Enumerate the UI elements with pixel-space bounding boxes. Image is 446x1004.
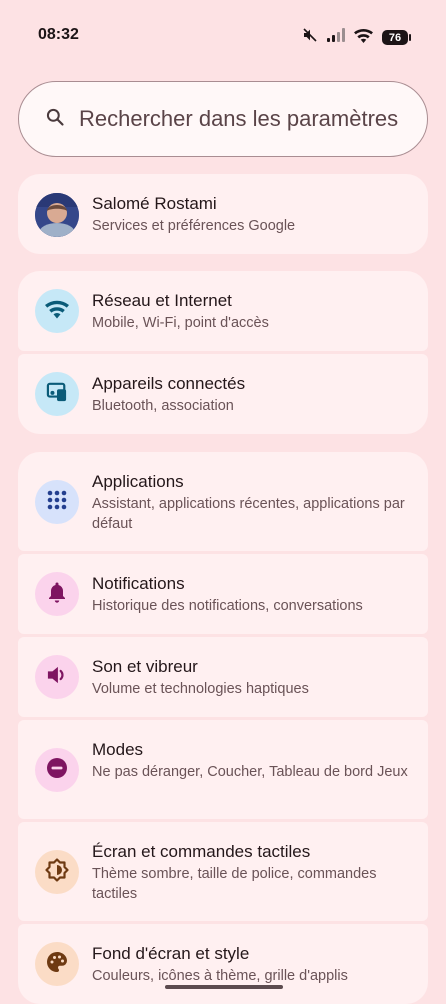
- wallpaper-icon-circle: [35, 942, 79, 986]
- search-icon: [45, 107, 65, 132]
- connected-devices-icon: [46, 382, 68, 407]
- account-group: Salomé Rostami Services et préférences G…: [18, 174, 428, 254]
- settings-item-title: Appareils connectés: [92, 374, 246, 393]
- wifi-icon-circle: [35, 289, 79, 333]
- settings-item-title: Réseau et Internet: [92, 291, 232, 310]
- settings-item-connected-devices[interactable]: Appareils connectés Bluetooth, associati…: [18, 354, 428, 434]
- brightness-icon: [45, 857, 69, 887]
- modes-icon-circle: [35, 748, 79, 792]
- settings-item-subtitle: Couleurs, icônes à thème, grille d'appli…: [92, 968, 348, 984]
- apps-grid-icon: [47, 490, 67, 515]
- settings-item-subtitle: Bluetooth, association: [92, 398, 234, 414]
- volume-icon: [46, 665, 68, 690]
- settings-item-notifications[interactable]: Notifications Historique des notificatio…: [18, 554, 428, 634]
- wifi-status-icon: [354, 28, 373, 48]
- account-card[interactable]: Salomé Rostami Services et préférences G…: [18, 174, 428, 254]
- settings-item-title: Applications: [92, 472, 184, 491]
- system-group: Applications Assistant, applications réc…: [18, 452, 428, 1004]
- settings-item-title: Fond d'écran et style: [92, 944, 250, 963]
- palette-icon: [46, 951, 68, 978]
- settings-item-subtitle: Historique des notifications, conversati…: [92, 598, 363, 614]
- settings-item-title: Son et vibreur: [92, 657, 198, 676]
- settings-item-title: Modes: [92, 740, 144, 759]
- settings-item-title: Notifications: [92, 574, 185, 593]
- apps-icon-circle: [35, 480, 79, 524]
- settings-item-subtitle: Ne pas déranger, Coucher, Tableau de bor…: [92, 764, 408, 780]
- settings-item-applications[interactable]: Applications Assistant, applications réc…: [18, 452, 428, 551]
- mute-icon: [302, 27, 318, 48]
- devices-icon-circle: [35, 372, 79, 416]
- settings-item-title: Écran et commandes tactiles: [92, 842, 311, 861]
- search-bar[interactable]: Rechercher dans les paramètres: [18, 81, 428, 157]
- settings-item-sound[interactable]: Son et vibreur Volume et technologies ha…: [18, 637, 428, 717]
- settings-item-network[interactable]: Réseau et Internet Mobile, Wi-Fi, point …: [18, 271, 428, 351]
- gesture-nav-bar[interactable]: [165, 985, 283, 989]
- settings-item-modes[interactable]: Modes Ne pas déranger, Coucher, Tableau …: [18, 720, 428, 819]
- connectivity-group: Réseau et Internet Mobile, Wi-Fi, point …: [18, 271, 428, 434]
- status-time: 08:32: [38, 26, 79, 43]
- settings-item-subtitle: Volume et technologies haptiques: [92, 681, 309, 697]
- settings-item-subtitle: Mobile, Wi-Fi, point d'accès: [92, 315, 269, 331]
- settings-item-wallpaper[interactable]: Fond d'écran et style Couleurs, icônes à…: [18, 924, 428, 1004]
- signal-icon: [327, 28, 345, 47]
- notifications-icon-circle: [35, 572, 79, 616]
- settings-item-display[interactable]: Écran et commandes tactiles Thème sombre…: [18, 822, 428, 921]
- account-name: Salomé Rostami: [92, 194, 217, 213]
- status-bar: 08:32 76: [0, 0, 446, 72]
- settings-item-subtitle: Assistant, applications récentes, applic…: [92, 496, 405, 532]
- bell-icon: [47, 581, 67, 608]
- display-icon-circle: [35, 850, 79, 894]
- search-placeholder: Rechercher dans les paramètres: [79, 106, 399, 131]
- sound-icon-circle: [35, 655, 79, 699]
- account-subtitle: Services et préférences Google: [92, 218, 296, 234]
- avatar: [35, 193, 79, 237]
- battery-icon: 76: [382, 30, 411, 45]
- wifi-icon: [45, 299, 69, 324]
- status-icons: 76: [302, 27, 411, 48]
- do-not-disturb-icon: [46, 757, 68, 784]
- settings-item-subtitle: Thème sombre, taille de police, commande…: [92, 866, 377, 902]
